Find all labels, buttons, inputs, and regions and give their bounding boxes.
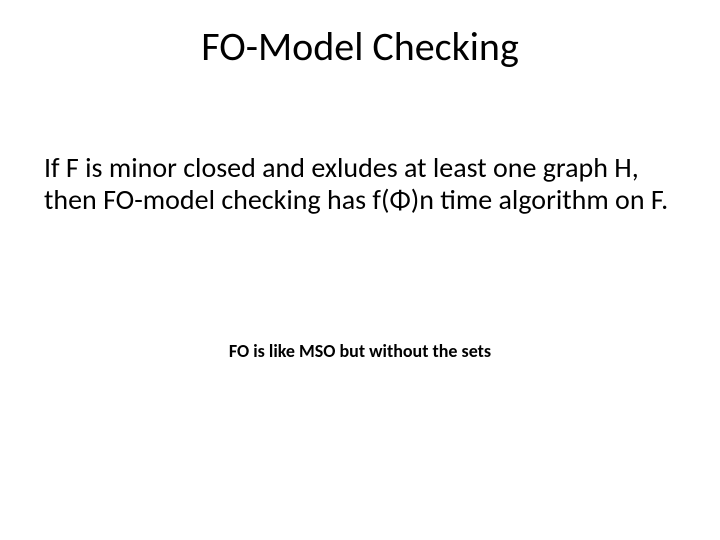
- slide-body-text: If F is minor closed and exludes at leas…: [44, 152, 680, 216]
- slide: FO-Model Checking If F is minor closed a…: [0, 0, 720, 540]
- slide-title: FO-Model Checking: [0, 22, 720, 71]
- slide-note: FO is like MSO but without the sets: [0, 340, 720, 362]
